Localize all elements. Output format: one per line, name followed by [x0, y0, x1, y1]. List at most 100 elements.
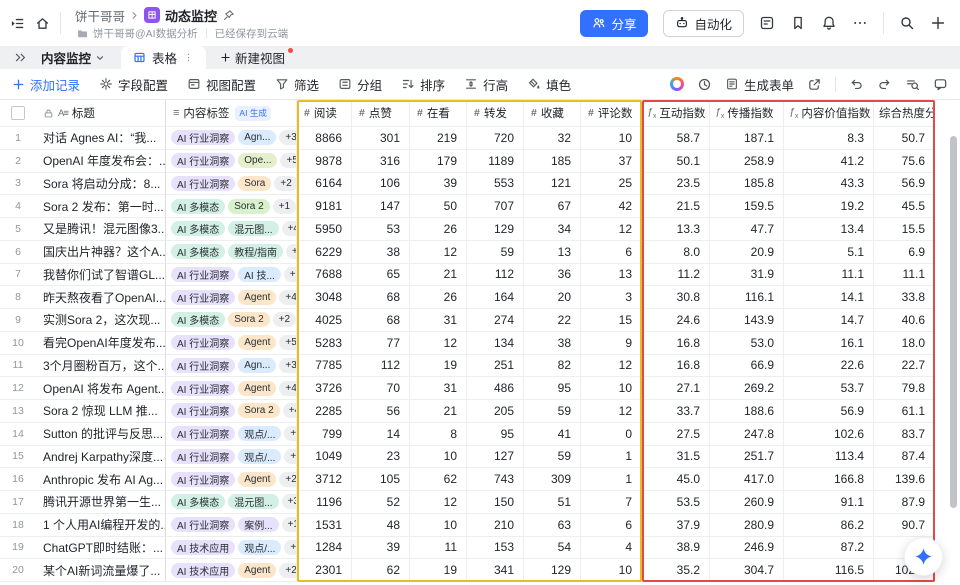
cell-spread-index[interactable]: 304.7: [710, 559, 784, 582]
cell-forward[interactable]: 553: [467, 172, 524, 196]
row-number[interactable]: 5: [0, 218, 36, 241]
cell-heat-score[interactable]: 15.5: [874, 218, 935, 241]
cell-read[interactable]: 5950: [297, 218, 352, 241]
row-number[interactable]: 4: [0, 195, 36, 218]
cell-watching[interactable]: 31: [410, 377, 467, 400]
cell-spread-index[interactable]: 246.9: [710, 536, 784, 560]
cell-favorite[interactable]: 22: [524, 309, 581, 332]
column-header-forward[interactable]: # 转发: [467, 100, 524, 127]
column-header-heat-score[interactable]: 综合热度分: [874, 100, 935, 127]
cell-tags[interactable]: AI 多模态教程/指南+2: [166, 240, 297, 264]
cell-spread-index[interactable]: 66.9: [710, 354, 784, 378]
cell-read[interactable]: 2285: [297, 400, 352, 423]
cell-tags[interactable]: AI 技术应用 Agent +2: [166, 559, 297, 582]
sidebar-toggle-icon[interactable]: [10, 16, 25, 31]
cell-title[interactable]: Anthropic 发布 AI Ag...: [36, 468, 166, 491]
cell-forward[interactable]: 164: [467, 286, 524, 309]
column-header-read[interactable]: # 阅读: [297, 100, 352, 127]
cell-read[interactable]: 3712: [297, 468, 352, 491]
cell-value-index[interactable]: 14.7: [784, 309, 874, 332]
cell-forward[interactable]: 210: [467, 513, 524, 537]
cell-heat-score[interactable]: 6.9: [874, 240, 935, 264]
row-number[interactable]: 18: [0, 514, 36, 537]
cell-spread-index[interactable]: 185.8: [710, 172, 784, 196]
cell-comments[interactable]: 4: [581, 536, 642, 560]
cell-favorite[interactable]: 82: [524, 354, 581, 378]
cell-engagement-index[interactable]: 23.5: [642, 172, 710, 196]
cell-watching[interactable]: 10: [410, 445, 467, 469]
cell-value-index[interactable]: 13.4: [784, 218, 874, 241]
cell-tags[interactable]: AI 行业洞察 Agent +2: [166, 468, 297, 491]
cell-forward[interactable]: 127: [467, 445, 524, 469]
cell-favorite[interactable]: 309: [524, 468, 581, 491]
cell-comments[interactable]: 7: [581, 491, 642, 514]
cell-title[interactable]: 昨天熬夜看了OpenAI...: [36, 286, 166, 309]
cell-title[interactable]: Andrej Karpathy深度...: [36, 445, 166, 469]
cell-favorite[interactable]: 129: [524, 559, 581, 582]
cell-favorite[interactable]: 67: [524, 195, 581, 218]
cell-tags[interactable]: AI 多模态 Sora 2 +2: [166, 309, 297, 332]
view-config-button[interactable]: 视图配置: [187, 75, 256, 94]
group-button[interactable]: 分组: [338, 75, 382, 94]
cell-title[interactable]: 3个月圈粉百万，这个...: [36, 354, 166, 378]
cell-favorite[interactable]: 34: [524, 218, 581, 241]
cell-read[interactable]: 7688: [297, 263, 352, 287]
select-all-checkbox[interactable]: [11, 106, 25, 120]
cell-heat-score[interactable]: 40.6: [874, 309, 935, 332]
row-number[interactable]: 16: [0, 468, 36, 491]
cell-like[interactable]: 70: [352, 377, 410, 400]
cell-engagement-index[interactable]: 50.1: [642, 149, 710, 173]
cell-title[interactable]: 某个AI新词流量爆了...: [36, 559, 166, 582]
cell-like[interactable]: 23: [352, 445, 410, 469]
breadcrumb-root[interactable]: 饼干哥哥: [75, 6, 125, 25]
cell-spread-index[interactable]: 260.9: [710, 491, 784, 514]
cell-like[interactable]: 68: [352, 286, 410, 309]
cell-watching[interactable]: 12: [410, 240, 467, 264]
row-number[interactable]: 19: [0, 537, 36, 560]
column-header-engagement-index[interactable]: ƒx 互动指数: [642, 100, 710, 127]
cell-watching[interactable]: 50: [410, 195, 467, 218]
cell-heat-score[interactable]: 79.8: [874, 377, 935, 400]
cell-spread-index[interactable]: 20.9: [710, 240, 784, 264]
cell-value-index[interactable]: 22.6: [784, 354, 874, 378]
cell-favorite[interactable]: 63: [524, 513, 581, 537]
cell-title[interactable]: Sora 2 发布：第一时...: [36, 195, 166, 218]
cell-title[interactable]: 1 个人用AI编程开发的...: [36, 513, 166, 537]
cell-comments[interactable]: 9: [581, 331, 642, 355]
ai-assistant-button[interactable]: [904, 537, 943, 576]
pin-icon[interactable]: [222, 9, 235, 22]
view-switcher[interactable]: 内容监控: [31, 46, 115, 69]
column-header-favorite[interactable]: # 收藏: [524, 100, 581, 127]
cell-tags[interactable]: AI 行业洞察 Agn... +3: [166, 354, 297, 378]
tab-options-kebab-icon[interactable]: [183, 52, 194, 63]
cell-value-index[interactable]: 91.1: [784, 491, 874, 514]
cell-tags[interactable]: AI 行业洞察 Agent +5: [166, 331, 297, 355]
cell-comments[interactable]: 42: [581, 195, 642, 218]
add-record-button[interactable]: 添加记录: [12, 75, 80, 94]
more-icon[interactable]: [852, 15, 868, 31]
row-number[interactable]: 10: [0, 332, 36, 355]
cell-spread-index[interactable]: 53.0: [710, 331, 784, 355]
cell-like[interactable]: 52: [352, 491, 410, 514]
cell-title[interactable]: OpenAI 将发布 Agent...: [36, 377, 166, 400]
cell-engagement-index[interactable]: 37.9: [642, 513, 710, 537]
cell-tags[interactable]: AI 行业洞察 Agn... +3: [166, 127, 297, 150]
cell-comments[interactable]: 0: [581, 422, 642, 446]
cell-spread-index[interactable]: 417.0: [710, 468, 784, 491]
cell-engagement-index[interactable]: 35.2: [642, 559, 710, 582]
cell-like[interactable]: 53: [352, 218, 410, 241]
cell-watching[interactable]: 219: [410, 127, 467, 150]
cell-watching[interactable]: 26: [410, 218, 467, 241]
cell-comments[interactable]: 25: [581, 172, 642, 196]
cell-tags[interactable]: AI 行业洞察观点/...+2: [166, 445, 297, 469]
cell-engagement-index[interactable]: 16.8: [642, 331, 710, 355]
row-number[interactable]: 2: [0, 150, 36, 173]
search-icon[interactable]: [899, 15, 915, 31]
cell-read[interactable]: 799: [297, 422, 352, 446]
cell-forward[interactable]: 486: [467, 377, 524, 400]
cell-favorite[interactable]: 32: [524, 127, 581, 150]
cell-read[interactable]: 1531: [297, 513, 352, 537]
cell-like[interactable]: 316: [352, 149, 410, 173]
row-number[interactable]: 9: [0, 309, 36, 332]
cell-value-index[interactable]: 19.2: [784, 195, 874, 218]
